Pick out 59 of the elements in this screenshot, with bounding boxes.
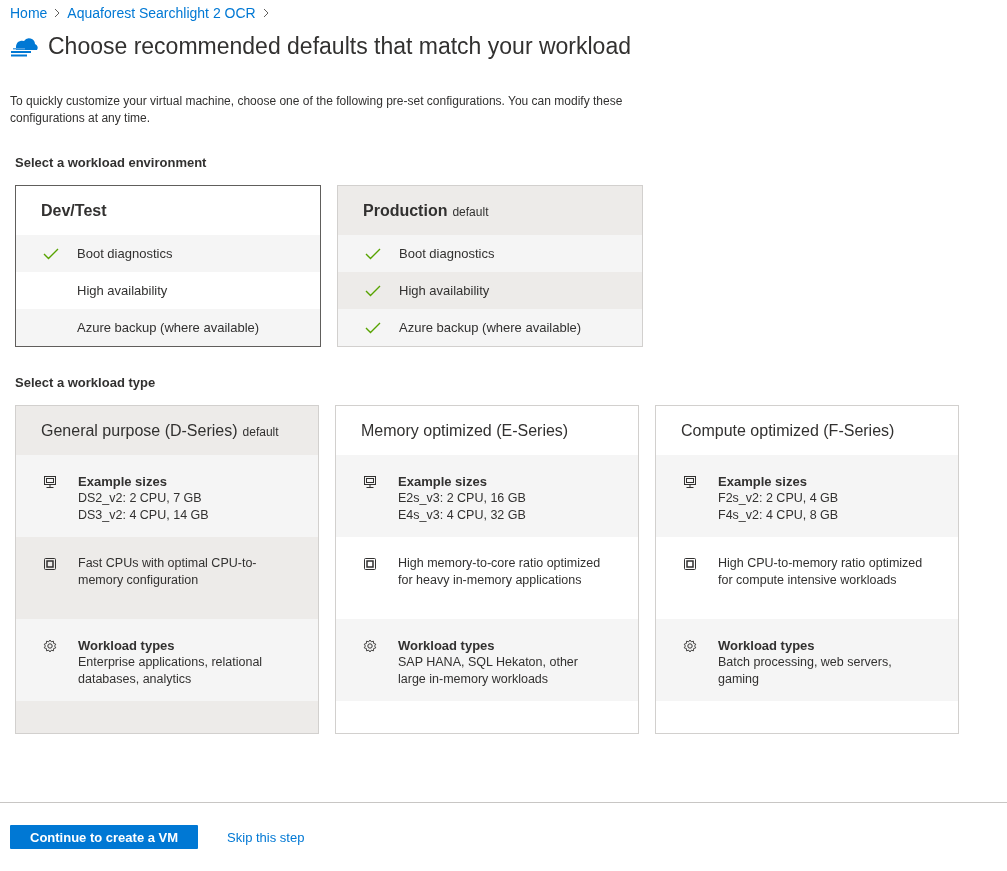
gear-icon [683,639,697,653]
row-text: High memory-to-core ratio optimized for heavy in-memory applications [398,555,602,589]
row-heading: Example sizes [398,473,488,490]
checkmark-icon [365,321,381,334]
row-heading: Workload types [718,637,816,654]
checkmark-icon [365,284,381,297]
chip-icon [683,557,697,571]
breadcrumb-link[interactable]: Home [10,5,48,21]
chevron-icon [53,8,62,18]
option-card[interactable] [335,405,639,734]
default-label: default [452,205,489,219]
row-text: DS3_v2: 4 CPU, 14 GB [78,507,209,524]
page-title: Choose recommended defaults that match your workload [48,32,631,60]
row-heading: Workload types [398,637,496,654]
option-card[interactable]: Production default Boot diagnostics High availability Azure backup (where available) [337,185,643,347]
row-heading: Workload types [78,637,176,654]
monitor-icon [683,475,697,489]
card-title: Production [363,202,448,220]
row-text: Fast CPUs with optimal CPU-to-memory configuration [78,555,258,589]
option-card[interactable]: Dev/Test Boot diagnostics High availability Azure backup (where available) [15,185,321,347]
row-text: DS2_v2: 2 CPU, 7 GB [78,490,203,507]
checkmark-icon [43,247,59,260]
row-text: E4s_v3: 4 CPU, 32 GB [398,507,526,524]
row-text: F2s_v2: 2 CPU, 4 GB [718,490,839,507]
continue-button[interactable]: Continue to create a VM [10,825,199,849]
gear-icon [363,639,377,653]
checkmark-icon [365,247,381,260]
feature-label: Boot diagnostics [77,246,173,261]
chevron-icon [261,8,270,18]
feature-label: Azure backup (where available) [399,320,582,335]
section-label: Select a workload environment [15,155,208,171]
option-card[interactable] [15,405,319,734]
row-text: Batch processing, web servers, gaming [718,654,893,688]
default-label: default [242,425,279,439]
row-text: F4s_v2: 4 CPU, 8 GB [718,507,839,524]
feature-label: High availability [77,283,168,298]
breadcrumb-link[interactable]: Aquaforest Searchlight 2 OCR [67,5,256,21]
monitor-icon [43,475,57,489]
row-heading: Example sizes [78,473,168,490]
monitor-icon [363,475,377,489]
skip-link[interactable]: Skip this step [227,829,305,845]
card-title: Compute optimized (F-Series) [681,422,895,440]
section-label: Select a workload type [15,375,157,391]
row-text: High CPU-to-memory ratio optimized for compute intensive workloads [718,555,923,589]
feature-label: Boot diagnostics [399,246,495,261]
option-card[interactable] [655,405,959,734]
feature-label: Azure backup (where available) [77,320,260,335]
card-title: Dev/Test [41,202,107,220]
feature-label: High availability [399,283,490,298]
card-title: Memory optimized (E-Series) [361,422,569,440]
card-title: General purpose (D-Series) [41,422,238,440]
gear-icon [43,639,57,653]
row-text: E2s_v3: 2 CPU, 16 GB [398,490,526,507]
chip-icon [43,557,57,571]
chip-icon [363,557,377,571]
row-heading: Example sizes [718,473,808,490]
description-text: To quickly customize your virtual machine, choose one of the following pre-set configurations. You can modify these configurations at any time. [10,93,624,127]
row-text: SAP HANA, SQL Hekaton, other large in-memory workloads [398,654,579,688]
row-text: Enterprise applications, relational databases, analytics [78,654,264,688]
